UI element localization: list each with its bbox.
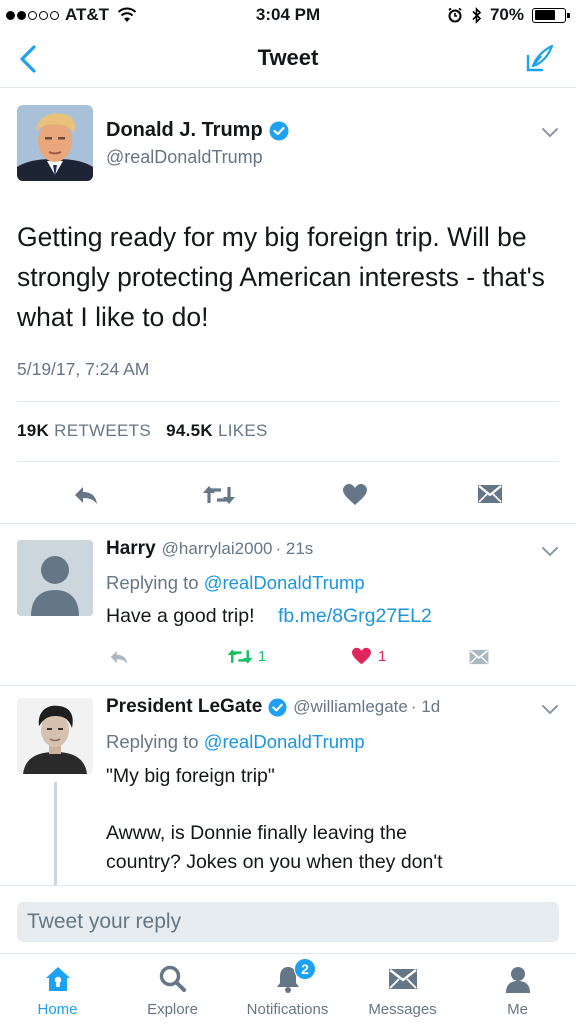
tweet-actions [0,475,576,515]
bluetooth-icon [472,6,482,24]
tab-explore[interactable]: Explore [115,954,230,1024]
tab-label: Me [507,1001,528,1018]
retweet-icon[interactable] [201,483,237,507]
reply-item[interactable]: President LeGate @williamlegate · 1d Rep… [0,686,576,885]
retweet-icon [227,649,253,664]
battery-level [534,10,555,20]
like-count: 1 [378,648,387,665]
author-handle[interactable]: @realDonaldTrump [106,147,263,168]
home-icon [45,967,70,991]
reply-text-line: "My big foreign trip" [106,765,275,787]
tab-label: Home [37,1001,78,1018]
tab-label: Messages [368,1001,437,1018]
battery-percent: 70% [489,5,524,24]
notification-badge: 2 [294,958,316,980]
like-heart-icon[interactable] [342,483,368,507]
reply-author-name[interactable]: Harry [106,538,156,560]
person-icon [505,967,530,993]
reply-text-line: Awww, is Donnie finally leaving the [106,822,407,844]
reply-author-name[interactable]: President LeGate [106,696,262,718]
like-heart-icon [352,647,371,665]
reply-author-handle[interactable]: @harrylai2000 [162,539,273,559]
avatar[interactable] [17,105,93,181]
divider [17,401,559,402]
tab-notifications[interactable]: 2 Notifications [230,954,345,1024]
battery-icon [532,7,570,23]
tab-messages[interactable]: Messages [345,954,460,1024]
divider [17,461,559,462]
tab-me[interactable]: Me [460,954,575,1024]
avatar[interactable] [17,540,93,616]
tab-bar: Home Explore 2 Notifications Messages Me [0,953,576,1024]
direct-message-icon[interactable] [468,648,490,666]
tab-home[interactable]: Home [0,954,115,1024]
reply-item[interactable]: Harry @harrylai2000 · 21s Replying to @r… [0,524,576,686]
reply-time: · 1d [410,697,441,716]
likes-label[interactable]: LIKES [218,421,268,440]
tweet-stats: 19K RETWEETS 94.5K LIKES [17,421,268,441]
reply-icon[interactable] [108,648,130,666]
nav-bar: Tweet [0,30,576,88]
reply-input[interactable]: Tweet your reply [17,902,559,942]
reply-text-line: country? Jokes on you when they don't [106,851,443,873]
replying-to-link[interactable]: @realDonaldTrump [204,572,365,593]
avatar[interactable] [17,698,93,774]
page-title: Tweet [257,45,319,70]
replying-to-prefix: Replying to [106,572,199,593]
replying-to-link[interactable]: @realDonaldTrump [204,731,365,752]
likes-count: 94.5K [166,421,213,440]
chevron-down-icon[interactable] [541,546,559,558]
retweets-label[interactable]: RETWEETS [54,421,151,440]
reply-time: · 21s [275,539,314,558]
author-name-text: Donald J. Trump [106,119,263,141]
status-right: 70% [447,5,570,25]
avatar-portrait-image [17,105,93,181]
replying-to: Replying to @realDonaldTrump [106,572,365,594]
default-avatar-icon [17,540,93,616]
reply-header: President LeGate @williamlegate · 1d [106,696,440,718]
like-action[interactable]: 1 [351,647,386,666]
verified-badge-icon [268,697,287,717]
reply-text: Have a good trip! fb.me/8Grg27EL2 [106,601,432,631]
avatar-portrait-image [17,698,93,774]
direct-message-icon[interactable] [476,483,504,505]
status-bar: AT&T 3:04 PM 70% [0,0,576,30]
chevron-down-icon[interactable] [541,127,559,139]
tweet-text: Getting ready for my big foreign trip. W… [17,222,545,332]
chevron-down-icon[interactable] [541,704,559,716]
reply-composer: Tweet your reply [0,885,576,953]
reply-link[interactable]: fb.me/8Grg27EL2 [278,605,432,627]
alarm-icon [448,7,462,23]
reply-body: Have a good trip! [106,605,255,627]
reply-author-handle[interactable]: @williamlegate [293,697,408,717]
verified-badge-icon [269,121,289,140]
compose-tweet-icon[interactable] [524,42,556,74]
reply-icon[interactable] [72,483,100,507]
envelope-icon [388,969,417,989]
retweets-count: 19K [17,421,50,440]
author-name[interactable]: Donald J. Trump [106,119,289,142]
retweet-count: 1 [258,648,267,665]
replying-to-prefix: Replying to [106,731,199,752]
retweet-action[interactable]: 1 [226,647,266,666]
search-icon [159,965,186,992]
thread-connector [54,782,57,885]
tab-label: Explore [147,1001,198,1018]
tab-label: Notifications [246,1001,329,1018]
tweet-timestamp: 5/19/17, 7:24 AM [17,359,150,379]
replying-to: Replying to @realDonaldTrump [106,731,365,753]
reply-header: Harry @harrylai2000 · 21s [106,538,313,560]
